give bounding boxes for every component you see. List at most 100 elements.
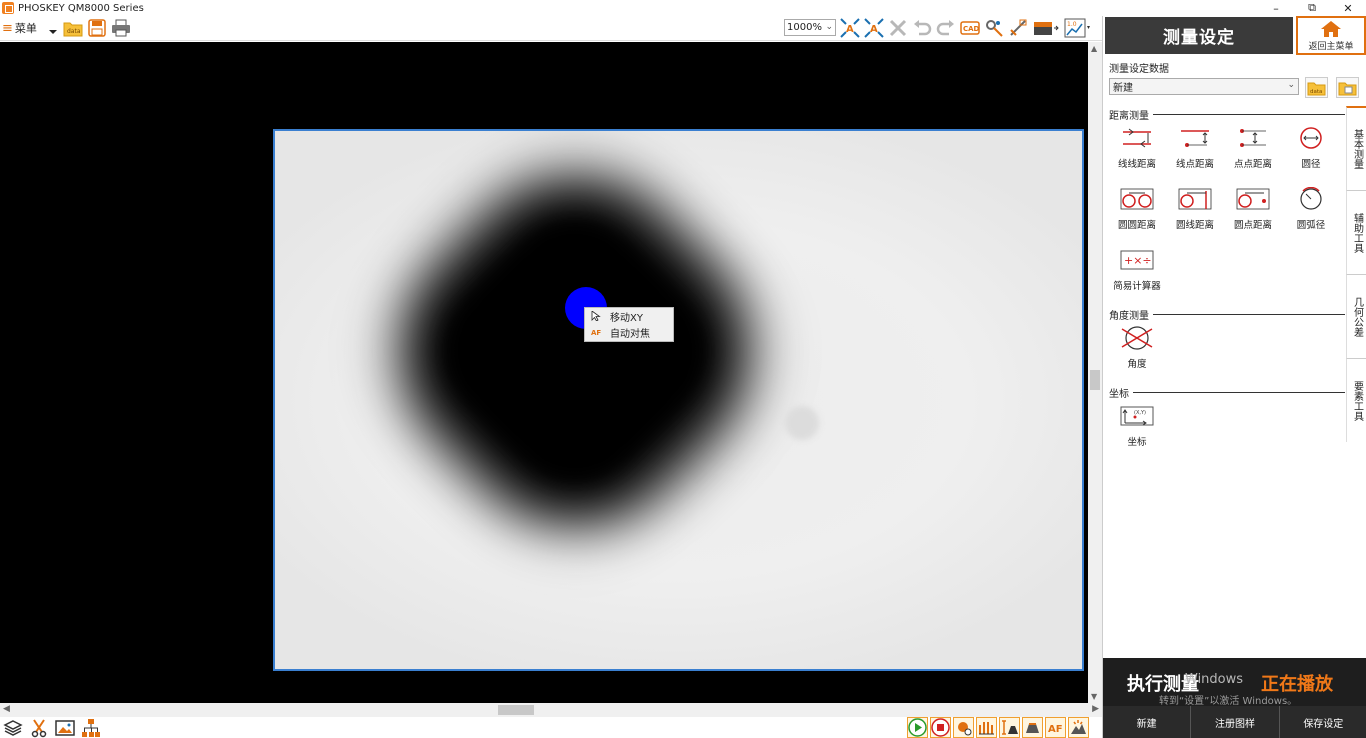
light-settings-icon[interactable]: [953, 717, 974, 738]
open-data-folder-icon[interactable]: data: [63, 18, 83, 38]
hierarchy-icon[interactable]: [81, 718, 101, 738]
tool-circle-line-distance[interactable]: 圆线距离: [1166, 185, 1224, 231]
stop-icon[interactable]: [930, 717, 951, 738]
print-icon[interactable]: [111, 18, 131, 38]
zoom-select[interactable]: 1000% ⌄: [784, 19, 836, 36]
load-data-button[interactable]: data: [1305, 77, 1328, 98]
scroll-down-icon[interactable]: ▼: [1091, 692, 1097, 701]
settings-data-select[interactable]: 新建 ⌄: [1109, 78, 1299, 95]
svg-text:data: data: [1310, 89, 1322, 95]
line-point-distance-icon: [1181, 130, 1209, 147]
tab-element-tools[interactable]: 要素工具: [1346, 358, 1366, 442]
scroll-left-icon[interactable]: ◀: [3, 704, 10, 714]
image-icon[interactable]: [55, 718, 75, 738]
svg-text:AF: AF: [1048, 724, 1063, 735]
undo-icon[interactable]: [911, 17, 933, 39]
main-toolbar: ≡ 菜单 data 1000% ⌄ A A CAD 1.0: [0, 16, 1102, 41]
home-button[interactable]: 返回主菜单: [1296, 16, 1366, 55]
tool-circle-circle-distance[interactable]: 圆圆距离: [1108, 185, 1166, 231]
activation-watermark-text: 转到“设置”以激活 Windows。: [1159, 696, 1298, 707]
tab-auxiliary-tools[interactable]: 辅助工具: [1346, 190, 1366, 274]
chevron-down-icon: ⌄: [825, 22, 833, 32]
tool-point-point-distance[interactable]: 点点距离: [1224, 124, 1282, 170]
vertical-scrollbar[interactable]: ▲ ▼: [1088, 42, 1102, 703]
vertical-scroll-thumb[interactable]: [1090, 370, 1100, 390]
close-button[interactable]: ✕: [1330, 0, 1366, 16]
tool-label: 简易计算器: [1113, 281, 1161, 292]
tool-label: 圆圆距离: [1117, 220, 1156, 231]
measurement-settings-panel: 测量设定 返回主菜单 测量设定数据 新建 ⌄ data 距离测量 线线距离 线点…: [1102, 16, 1366, 738]
coordinate-icon: (X,Y): [1120, 406, 1154, 426]
restore-button[interactable]: ⧉: [1294, 0, 1330, 16]
new-button[interactable]: 新建: [1103, 706, 1192, 738]
minimize-button[interactable]: –: [1258, 0, 1294, 16]
tab-basic-measure[interactable]: 基本测量: [1346, 106, 1366, 190]
tool-circle-diameter[interactable]: 圆径: [1282, 124, 1340, 170]
cad-icon[interactable]: CAD: [959, 17, 981, 39]
save-settings-button[interactable]: 保存设定: [1280, 706, 1366, 738]
tool-label: 坐标: [1127, 437, 1147, 448]
tool-arc-radius[interactable]: 圆弧径: [1282, 185, 1340, 231]
horizontal-scroll-thumb[interactable]: [498, 705, 534, 715]
menu-label: 菜单: [14, 22, 37, 35]
line-line-distance-icon: [1123, 128, 1151, 148]
save-data-button[interactable]: [1336, 77, 1359, 98]
svg-text:CAD: CAD: [963, 25, 980, 33]
arc-radius-icon: [1300, 187, 1322, 210]
height-measure-icon[interactable]: [999, 717, 1020, 738]
hamburger-icon: ≡: [2, 20, 13, 36]
save-icon[interactable]: [87, 18, 107, 38]
scissors-icon[interactable]: [29, 718, 49, 738]
tool-coordinate[interactable]: (X,Y) 坐标: [1108, 402, 1166, 448]
ring-light-icon[interactable]: [976, 717, 997, 738]
panel-tabs: 基本测量 辅助工具 几何公差 要素工具: [1346, 106, 1366, 446]
tool-line-point-distance[interactable]: 线点距离: [1166, 124, 1224, 170]
brightness-icon[interactable]: [1031, 17, 1061, 39]
delete-icon[interactable]: [887, 17, 909, 39]
pointer-icon: [591, 311, 601, 321]
lens-zoom-icon[interactable]: 1.0: [1063, 17, 1093, 39]
angle-group-title: 角度测量: [1109, 307, 1345, 322]
zoom-out-icon[interactable]: A: [863, 17, 885, 39]
distance-group-title: 距离测量: [1109, 107, 1345, 122]
distance-group-label: 距离测量: [1109, 111, 1149, 122]
live-image-frame[interactable]: [273, 129, 1084, 671]
zoom-in-icon[interactable]: A: [839, 17, 861, 39]
af-icon[interactable]: AF: [1045, 717, 1066, 738]
tool-label: 角度: [1127, 359, 1147, 370]
play-icon[interactable]: [907, 717, 928, 738]
home-icon: [1321, 20, 1341, 37]
context-item-autofocus[interactable]: AF 自动对焦: [585, 324, 673, 340]
execute-measurement-bar[interactable]: 执行测量 Windows 正在播放 转到“设置”以激活 Windows。: [1103, 658, 1366, 707]
register-pattern-button[interactable]: 注册图样: [1191, 706, 1280, 738]
tool-line-line-distance[interactable]: 线线距离: [1108, 124, 1166, 170]
redo-icon[interactable]: [935, 17, 957, 39]
layers-icon[interactable]: [3, 718, 23, 738]
circle-line-distance-icon: [1178, 188, 1212, 210]
tab-geometric-tolerance[interactable]: 几何公差: [1346, 274, 1366, 358]
tool-label: 点点距离: [1233, 159, 1272, 170]
coordinate-group-label: 坐标: [1109, 389, 1129, 400]
angle-group-label: 角度测量: [1109, 311, 1149, 322]
context-item-label: 自动对焦: [610, 328, 650, 340]
chevron-down-icon: ⌄: [1287, 80, 1295, 90]
settings-data-value: 新建: [1113, 83, 1133, 94]
tool-circle-point-distance[interactable]: 圆点距离: [1224, 185, 1282, 231]
settings-tool-icon[interactable]: [983, 17, 1005, 39]
menu-dropdown-caret-icon[interactable]: [48, 30, 57, 34]
stage-icon[interactable]: [1022, 717, 1043, 738]
point-point-distance-icon: [1240, 129, 1266, 147]
scroll-right-icon[interactable]: ▶: [1092, 704, 1099, 714]
scroll-up-icon[interactable]: ▲: [1091, 44, 1097, 53]
context-item-move-xy[interactable]: 移动XY: [585, 308, 673, 324]
measure-tool-icon[interactable]: [1007, 17, 1029, 39]
menu-button[interactable]: ≡ 菜单: [0, 17, 37, 39]
svg-text:AF: AF: [591, 329, 601, 337]
tool-simple-calculator[interactable]: +×÷ 简易计算器: [1108, 246, 1166, 292]
camera-view[interactable]: [0, 42, 1088, 703]
tool-angle[interactable]: 角度: [1108, 324, 1166, 370]
tool-label: 圆线距离: [1175, 220, 1214, 231]
mountain-light-icon[interactable]: [1068, 717, 1089, 738]
horizontal-scrollbar[interactable]: ◀ ▶: [0, 703, 1102, 717]
angle-icon: [1121, 326, 1153, 350]
